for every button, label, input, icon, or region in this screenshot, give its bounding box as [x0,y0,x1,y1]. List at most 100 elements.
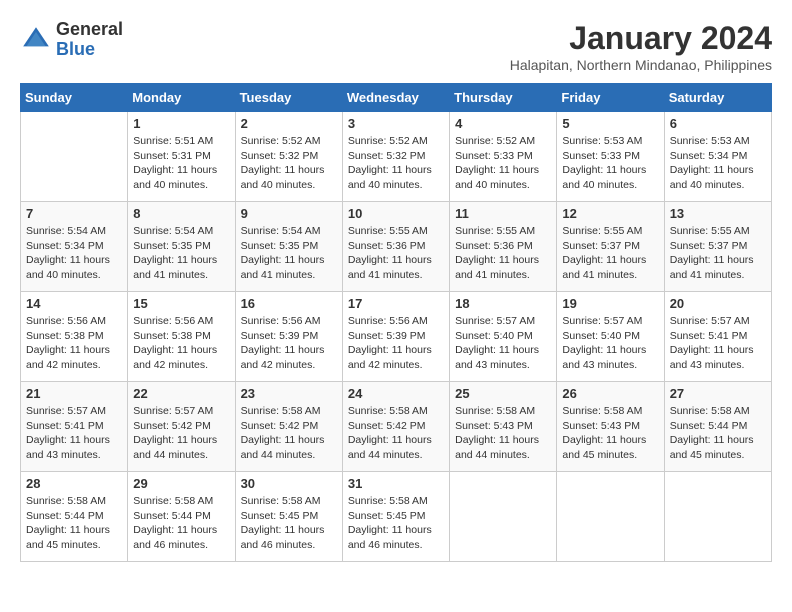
calendar-week-row: 28Sunrise: 5:58 AMSunset: 5:44 PMDayligh… [21,472,772,562]
day-number: 15 [133,296,229,311]
day-sun-info: Sunrise: 5:54 AMSunset: 5:35 PMDaylight:… [133,224,229,283]
calendar-week-row: 21Sunrise: 5:57 AMSunset: 5:41 PMDayligh… [21,382,772,472]
calendar-week-row: 7 Sunrise: 5:54 AMSunset: 5:34 PMDaylight… [21,202,772,292]
calendar-cell [21,112,128,202]
day-number: 17 [348,296,444,311]
calendar-cell: 26Sunrise: 5:58 AMSunset: 5:43 PMDayligh… [557,382,664,472]
day-sun-info: Sunrise: 5:57 AMSunset: 5:42 PMDaylight:… [133,404,229,463]
calendar-cell: 31 Sunrise: 5:58 AMSunset: 5:45 PMDayligh… [342,472,449,562]
calendar-cell: 29 Sunrise: 5:58 AMSunset: 5:44 PMDayligh… [128,472,235,562]
day-number: 14 [26,296,122,311]
calendar-week-row: 1 Sunrise: 5:51 AMSunset: 5:31 PMDaylight… [21,112,772,202]
day-sun-info: Sunrise: 5:54 AMSunset: 5:34 PMDaylight:… [26,224,122,283]
calendar-cell: 19 Sunrise: 5:57 AMSunset: 5:40 PMDayligh… [557,292,664,382]
calendar-cell: 8 Sunrise: 5:54 AMSunset: 5:35 PMDaylight… [128,202,235,292]
day-of-week-wednesday: Wednesday [342,84,449,112]
month-year-title: January 2024 [510,20,772,57]
calendar-cell: 2 Sunrise: 5:52 AMSunset: 5:32 PMDaylight… [235,112,342,202]
day-number: 24 [348,386,444,401]
day-of-week-saturday: Saturday [664,84,771,112]
day-sun-info: Sunrise: 5:57 AMSunset: 5:40 PMDaylight:… [455,314,551,373]
day-sun-info: Sunrise: 5:58 AMSunset: 5:45 PMDaylight:… [348,494,444,553]
day-sun-info: Sunrise: 5:52 AMSunset: 5:33 PMDaylight:… [455,134,551,193]
day-number: 21 [26,386,122,401]
calendar-cell: 22 Sunrise: 5:57 AMSunset: 5:42 PMDayligh… [128,382,235,472]
day-number: 30 [241,476,337,491]
day-number: 23 [241,386,337,401]
day-number: 12 [562,206,658,221]
day-sun-info: Sunrise: 5:55 AMSunset: 5:36 PMDaylight:… [455,224,551,283]
day-of-week-thursday: Thursday [450,84,557,112]
logo-blue: Blue [56,39,95,59]
day-sun-info: Sunrise: 5:54 AMSunset: 5:35 PMDaylight:… [241,224,337,283]
day-of-week-sunday: Sunday [21,84,128,112]
day-number: 25 [455,386,551,401]
day-number: 10 [348,206,444,221]
calendar-cell: 18 Sunrise: 5:57 AMSunset: 5:40 PMDayligh… [450,292,557,382]
title-block: January 2024 Halapitan, Northern Mindana… [510,20,772,73]
day-sun-info: Sunrise: 5:55 AMSunset: 5:36 PMDaylight:… [348,224,444,283]
day-number: 11 [455,206,551,221]
day-number: 18 [455,296,551,311]
day-sun-info: Sunrise: 5:58 AMSunset: 5:44 PMDaylight:… [26,494,122,553]
calendar-cell: 24 Sunrise: 5:58 AMSunset: 5:42 PMDayligh… [342,382,449,472]
day-sun-info: Sunrise: 5:58 AMSunset: 5:43 PMDaylight:… [455,404,551,463]
day-sun-info: Sunrise: 5:55 AMSunset: 5:37 PMDaylight:… [670,224,766,283]
day-sun-info: Sunrise: 5:55 AMSunset: 5:37 PMDaylight:… [562,224,658,283]
calendar-cell: 12 Sunrise: 5:55 AMSunset: 5:37 PMDayligh… [557,202,664,292]
calendar-cell: 10 Sunrise: 5:55 AMSunset: 5:36 PMDayligh… [342,202,449,292]
day-sun-info: Sunrise: 5:51 AMSunset: 5:31 PMDaylight:… [133,134,229,193]
day-number: 31 [348,476,444,491]
logo: General Blue [20,20,123,60]
calendar-cell: 5Sunrise: 5:53 AMSunset: 5:33 PMDaylight… [557,112,664,202]
calendar-cell: 15Sunrise: 5:56 AMSunset: 5:38 PMDayligh… [128,292,235,382]
calendar-cell [664,472,771,562]
day-sun-info: Sunrise: 5:53 AMSunset: 5:33 PMDaylight:… [562,134,658,193]
calendar-cell: 3Sunrise: 5:52 AMSunset: 5:32 PMDaylight… [342,112,449,202]
calendar-cell: 14Sunrise: 5:56 AMSunset: 5:38 PMDayligh… [21,292,128,382]
calendar-cell: 9 Sunrise: 5:54 AMSunset: 5:35 PMDaylight… [235,202,342,292]
day-sun-info: Sunrise: 5:52 AMSunset: 5:32 PMDaylight:… [348,134,444,193]
page-header: General Blue January 2024 Halapitan, Nor… [20,20,772,73]
calendar-week-row: 14Sunrise: 5:56 AMSunset: 5:38 PMDayligh… [21,292,772,382]
calendar-table: SundayMondayTuesdayWednesdayThursdayFrid… [20,83,772,562]
day-number: 9 [241,206,337,221]
generalblue-logo-icon [20,24,52,56]
location-subtitle: Halapitan, Northern Mindanao, Philippine… [510,57,772,73]
day-sun-info: Sunrise: 5:57 AMSunset: 5:40 PMDaylight:… [562,314,658,373]
calendar-cell [557,472,664,562]
calendar-header-row: SundayMondayTuesdayWednesdayThursdayFrid… [21,84,772,112]
logo-general: General [56,19,123,39]
calendar-cell: 23 Sunrise: 5:58 AMSunset: 5:42 PMDayligh… [235,382,342,472]
calendar-cell: 16Sunrise: 5:56 AMSunset: 5:39 PMDayligh… [235,292,342,382]
calendar-cell: 27 Sunrise: 5:58 AMSunset: 5:44 PMDayligh… [664,382,771,472]
day-number: 22 [133,386,229,401]
calendar-cell: 6 Sunrise: 5:53 AMSunset: 5:34 PMDaylight… [664,112,771,202]
day-sun-info: Sunrise: 5:52 AMSunset: 5:32 PMDaylight:… [241,134,337,193]
day-of-week-friday: Friday [557,84,664,112]
day-number: 6 [670,116,766,131]
day-sun-info: Sunrise: 5:57 AMSunset: 5:41 PMDaylight:… [670,314,766,373]
day-sun-info: Sunrise: 5:58 AMSunset: 5:44 PMDaylight:… [670,404,766,463]
day-number: 19 [562,296,658,311]
day-number: 27 [670,386,766,401]
day-sun-info: Sunrise: 5:58 AMSunset: 5:42 PMDaylight:… [348,404,444,463]
day-sun-info: Sunrise: 5:58 AMSunset: 5:44 PMDaylight:… [133,494,229,553]
day-sun-info: Sunrise: 5:56 AMSunset: 5:39 PMDaylight:… [241,314,337,373]
calendar-cell: 20Sunrise: 5:57 AMSunset: 5:41 PMDayligh… [664,292,771,382]
day-number: 1 [133,116,229,131]
day-sun-info: Sunrise: 5:58 AMSunset: 5:42 PMDaylight:… [241,404,337,463]
day-number: 8 [133,206,229,221]
day-sun-info: Sunrise: 5:58 AMSunset: 5:45 PMDaylight:… [241,494,337,553]
day-sun-info: Sunrise: 5:56 AMSunset: 5:39 PMDaylight:… [348,314,444,373]
day-number: 29 [133,476,229,491]
calendar-cell: 25 Sunrise: 5:58 AMSunset: 5:43 PMDayligh… [450,382,557,472]
day-number: 2 [241,116,337,131]
calendar-cell [450,472,557,562]
day-number: 7 [26,206,122,221]
calendar-cell: 11 Sunrise: 5:55 AMSunset: 5:36 PMDayligh… [450,202,557,292]
day-of-week-tuesday: Tuesday [235,84,342,112]
calendar-cell: 7 Sunrise: 5:54 AMSunset: 5:34 PMDaylight… [21,202,128,292]
calendar-cell: 17 Sunrise: 5:56 AMSunset: 5:39 PMDayligh… [342,292,449,382]
day-sun-info: Sunrise: 5:53 AMSunset: 5:34 PMDaylight:… [670,134,766,193]
